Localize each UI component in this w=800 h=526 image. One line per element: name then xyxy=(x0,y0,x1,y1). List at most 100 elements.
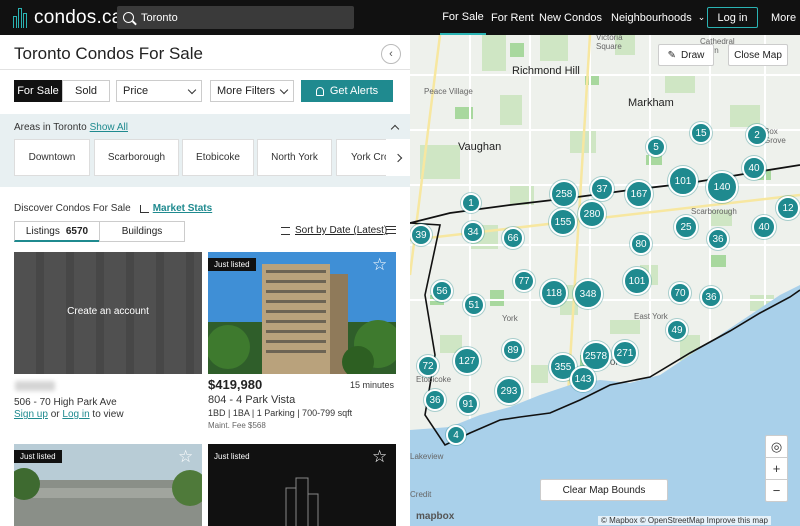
area-chip-scarborough[interactable]: Scarborough xyxy=(94,139,179,176)
listing-cluster[interactable]: 91 xyxy=(457,393,479,415)
listing-cluster[interactable]: 5 xyxy=(646,137,666,157)
listing-cluster[interactable]: 49 xyxy=(666,319,688,341)
listing-cluster[interactable]: 258 xyxy=(550,180,578,208)
site-logo[interactable]: condos.ca xyxy=(13,7,122,29)
list-view-icon[interactable] xyxy=(386,226,396,234)
listing-cluster[interactable]: 80 xyxy=(630,233,652,255)
listing-cluster[interactable]: 56 xyxy=(431,280,453,302)
listing-photo[interactable]: Just listed ☆ xyxy=(208,444,396,526)
more-filters-dropdown[interactable]: More Filters xyxy=(210,80,294,102)
area-chip-etobicoke[interactable]: Etobicoke xyxy=(182,139,254,176)
listing-cluster[interactable]: 89 xyxy=(502,339,524,361)
listing-cluster[interactable]: 40 xyxy=(742,156,766,180)
map-attribution[interactable]: © Mapbox © OpenStreetMap Improve this ma… xyxy=(598,516,771,525)
nav-for-rent[interactable]: For Rent xyxy=(491,0,534,35)
map-label-peace-village: Peace Village xyxy=(424,87,473,96)
listing-cluster[interactable]: 34 xyxy=(462,221,484,243)
close-map-button[interactable]: Close Map xyxy=(728,44,788,66)
listing-cluster[interactable]: 127 xyxy=(453,347,481,375)
search-box[interactable] xyxy=(117,6,354,29)
draw-button[interactable]: ✎ Draw xyxy=(658,44,714,66)
zoom-in-button[interactable]: + xyxy=(765,457,788,480)
map-label-vaughan: Vaughan xyxy=(458,141,502,153)
map-label-etobicoke: Etobicoke xyxy=(416,375,452,384)
listing-cluster[interactable]: 1 xyxy=(461,193,481,213)
map-view[interactable]: Richmond Hill Markham Vaughan Scarboroug… xyxy=(410,35,800,526)
clear-map-bounds-button[interactable]: Clear Map Bounds xyxy=(540,479,668,501)
listing-cluster[interactable]: 118 xyxy=(540,279,568,307)
listing-cluster[interactable]: 101 xyxy=(623,267,651,295)
areas-section: Areas in Toronto Show All Downtown Scarbo… xyxy=(0,114,410,187)
listing-cluster[interactable]: 271 xyxy=(612,340,638,366)
sign-up-link[interactable]: Sign up xyxy=(14,409,48,420)
get-alerts-button[interactable]: Get Alerts xyxy=(301,80,393,102)
collapse-panel-button[interactable]: ‹ xyxy=(381,44,401,64)
listing-cluster[interactable]: 167 xyxy=(625,180,653,208)
star-icon[interactable]: ☆ xyxy=(178,447,193,467)
listing-cluster[interactable]: 72 xyxy=(417,355,439,377)
tab-buildings[interactable]: Buildings xyxy=(99,221,185,242)
top-navigation-bar: condos.ca For Sale For Rent New Condos N… xyxy=(0,0,800,35)
listing-cluster[interactable]: 66 xyxy=(502,227,524,249)
listing-cluster[interactable]: 101 xyxy=(668,166,698,196)
locate-icon[interactable]: ◎ xyxy=(765,435,788,458)
listing-cluster[interactable]: 77 xyxy=(513,270,535,292)
just-listed-badge: Just listed xyxy=(14,450,62,463)
listing-cluster[interactable]: 2 xyxy=(746,124,768,146)
sold-toggle[interactable]: Sold xyxy=(62,80,110,102)
chevron-up-icon[interactable] xyxy=(390,124,400,134)
listing-cluster[interactable]: 143 xyxy=(570,366,596,392)
areas-next-button[interactable] xyxy=(386,139,410,176)
create-account-prompt[interactable]: Create an account xyxy=(14,306,202,317)
star-icon[interactable]: ☆ xyxy=(372,255,387,275)
listing-cluster[interactable]: 36 xyxy=(707,228,729,250)
listing-cluster[interactable]: 40 xyxy=(752,215,776,239)
search-input[interactable] xyxy=(141,11,341,24)
listing-cluster[interactable]: 140 xyxy=(706,171,738,203)
listing-photo[interactable]: Just listed ☆ xyxy=(14,444,202,526)
listings-panel: Toronto Condos For Sale ‹ For Sale Sold … xyxy=(0,35,410,526)
map-label-east-york: East York xyxy=(634,312,668,321)
listing-cluster[interactable]: 15 xyxy=(690,122,712,144)
bell-icon xyxy=(315,86,324,96)
listing-cluster[interactable]: 39 xyxy=(410,224,432,246)
nav-for-sale[interactable]: For Sale xyxy=(440,0,486,35)
login-button[interactable]: Log in xyxy=(707,7,758,28)
listing-cluster[interactable]: 4 xyxy=(446,425,466,445)
nav-new-condos[interactable]: New Condos xyxy=(539,0,602,35)
listing-cluster[interactable]: 293 xyxy=(495,377,523,405)
listing-cluster[interactable]: 37 xyxy=(590,177,614,201)
star-icon[interactable]: ☆ xyxy=(372,447,387,467)
sort-control[interactable]: Sort by Date (Latest) xyxy=(276,225,387,236)
listing-cluster[interactable]: 280 xyxy=(578,200,606,228)
listing-cluster[interactable]: 36 xyxy=(424,389,446,411)
nav-more[interactable]: More xyxy=(771,0,796,35)
show-all-link[interactable]: Show All xyxy=(90,122,128,133)
chevron-left-icon: ‹ xyxy=(389,48,393,60)
draw-icon: ✎ xyxy=(667,49,677,61)
map-label-scarborough: Scarborough xyxy=(691,207,737,216)
listing-details: 1BD | 1BA | 1 Parking | 700-799 sqft xyxy=(208,408,353,418)
log-in-link[interactable]: Log in xyxy=(62,409,89,420)
price-dropdown[interactable]: Price xyxy=(116,80,202,102)
listing-cluster[interactable]: 51 xyxy=(463,294,485,316)
listing-cluster[interactable]: 155 xyxy=(549,208,577,236)
zoom-out-button[interactable]: − xyxy=(765,479,788,502)
area-chip-north-york[interactable]: North York xyxy=(257,139,332,176)
divider xyxy=(0,69,410,70)
listing-cluster[interactable]: 70 xyxy=(669,282,691,304)
area-chip-downtown[interactable]: Downtown xyxy=(14,139,90,176)
listing-cluster[interactable]: 12 xyxy=(776,196,800,220)
listing-cluster[interactable]: 25 xyxy=(674,215,698,239)
map-label-credit: Credit xyxy=(410,490,432,499)
listing-cluster[interactable]: 348 xyxy=(573,279,603,309)
listing-photo[interactable]: Just listed ☆ xyxy=(208,252,396,374)
listing-card-locked[interactable]: Create an account xyxy=(14,252,202,374)
tab-listings[interactable]: Listings 6570 xyxy=(14,221,100,242)
chevron-down-icon xyxy=(187,85,197,94)
listing-cluster[interactable]: 36 xyxy=(700,286,722,308)
market-stats-link[interactable]: Market Stats xyxy=(153,203,212,214)
maintenance-fee: Maint. Fee $568 xyxy=(208,421,266,430)
for-sale-toggle[interactable]: For Sale xyxy=(14,80,62,102)
nav-neighbourhoods[interactable]: Neighbourhoods ⌄ xyxy=(611,0,705,35)
